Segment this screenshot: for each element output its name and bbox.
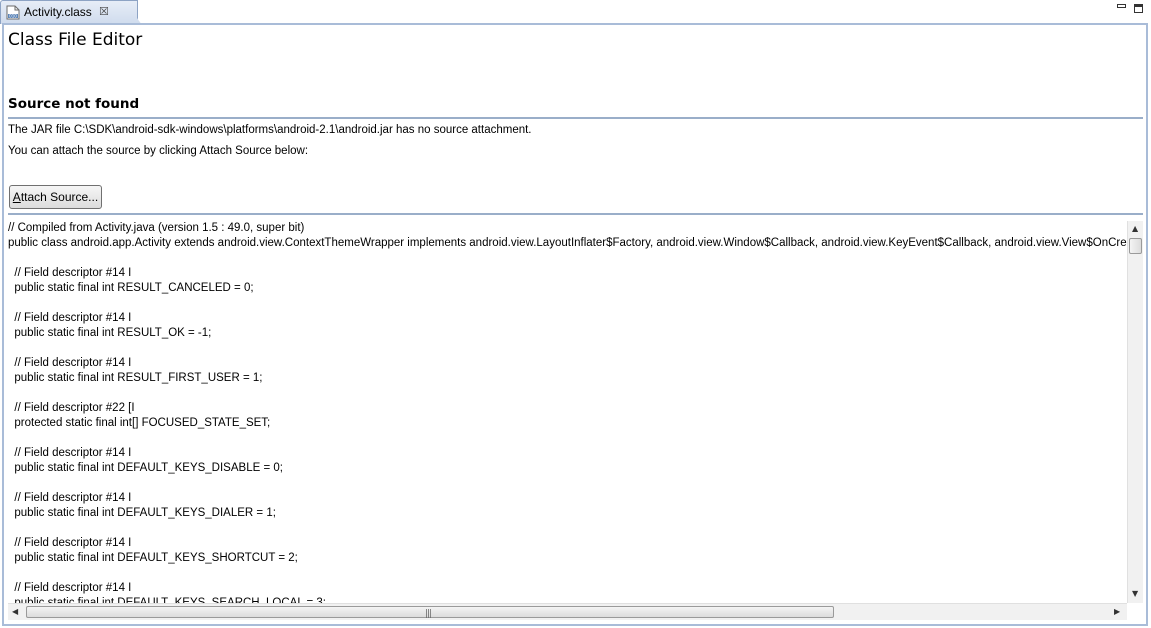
code-line: // Field descriptor #14 I: [8, 312, 132, 324]
code-line: protected static final int[] FOCUSED_STA…: [8, 417, 271, 429]
scroll-grip-icon: |||: [425, 609, 432, 619]
code-line: public static final int RESULT_FIRST_USE…: [8, 372, 263, 384]
attach-source-accelerator: A: [12, 190, 21, 204]
code-line: public static final int DEFAULT_KEYS_SHO…: [8, 552, 298, 564]
code-line: // Field descriptor #14 I: [8, 267, 132, 279]
horizontal-scroll-thumb[interactable]: |||: [26, 606, 834, 619]
scroll-down-icon[interactable]: ▼: [1132, 589, 1138, 598]
minimize-icon[interactable]: [1117, 4, 1126, 8]
code-line: // Field descriptor #14 I: [8, 357, 132, 369]
code-line: // Field descriptor #14 I: [8, 537, 132, 549]
scroll-right-icon[interactable]: ▶: [1114, 607, 1120, 616]
code-line: // Field descriptor #14 I: [8, 447, 132, 459]
tab-label[interactable]: Activity.class: [24, 5, 92, 19]
vertical-scrollbar[interactable]: ▲ ▼: [1127, 221, 1143, 603]
code-line: public static final int DEFAULT_KEYS_DIA…: [8, 507, 276, 519]
code-line: public static final int RESULT_OK = -1;: [8, 327, 212, 339]
editor-tab-bar: 010 Activity.class ☒: [0, 0, 1151, 25]
vertical-scroll-thumb[interactable]: [1129, 238, 1142, 254]
attach-source-label: ttach Source...: [20, 190, 99, 204]
code-line: // Field descriptor #14 I: [8, 492, 132, 504]
divider: [8, 117, 1143, 119]
attach-instructions: You can attach the source by clicking At…: [8, 145, 309, 157]
code-line: // Compiled from Activity.java (version …: [8, 222, 305, 234]
horizontal-scrollbar[interactable]: ◀ ||| ▶: [8, 603, 1127, 620]
scroll-left-icon[interactable]: ◀: [12, 607, 18, 616]
code-line: public static final int RESULT_CANCELED …: [8, 282, 254, 294]
page-title: Class File Editor: [8, 30, 143, 50]
code-line: public class android.app.Activity extend…: [8, 237, 1127, 249]
code-line: public static final int DEFAULT_KEYS_SEA…: [8, 597, 326, 603]
bytecode-view[interactable]: // Compiled from Activity.java (version …: [8, 221, 1127, 603]
code-line: // Field descriptor #14 I: [8, 582, 132, 594]
close-icon[interactable]: ☒: [99, 5, 109, 18]
code-line: public static final int DEFAULT_KEYS_DIS…: [8, 462, 283, 474]
maximize-icon[interactable]: [1134, 4, 1143, 13]
scroll-up-icon[interactable]: ▲: [1132, 224, 1138, 233]
svg-text:010: 010: [9, 14, 17, 19]
class-file-icon: 010: [6, 5, 20, 20]
attach-source-button[interactable]: Attach Source...: [9, 185, 102, 209]
section-heading: Source not found: [8, 96, 140, 112]
no-source-message: The JAR file C:\SDK\android-sdk-windows\…: [8, 124, 532, 136]
code-line: // Field descriptor #22 [I: [8, 402, 135, 414]
divider: [8, 213, 1143, 215]
